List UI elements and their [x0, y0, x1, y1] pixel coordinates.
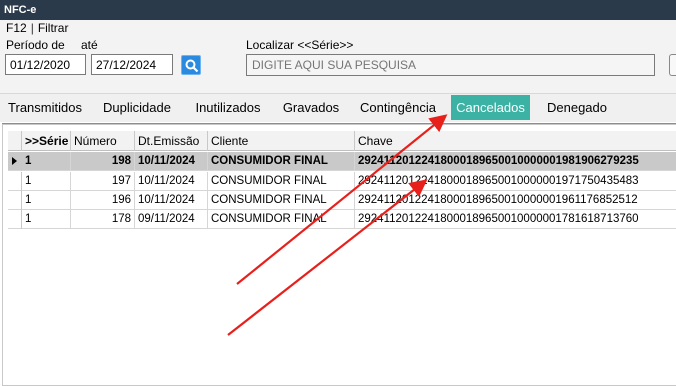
- date-from-field[interactable]: [5, 54, 86, 75]
- cell-serie: 1: [22, 210, 71, 229]
- grid-header: >>Série Número Dt.Emissão Cliente Chave: [8, 131, 676, 151]
- filter-toolbar: F12 | Filtrar Período de até Localizar <…: [0, 20, 676, 94]
- search-label: Localizar <<Série>>: [246, 38, 354, 52]
- cell-chave: 2924112012241800018965001000000196117685…: [358, 194, 638, 206]
- side-button[interactable]: [669, 54, 676, 76]
- row-pointer-icon: [12, 157, 17, 165]
- col-serie[interactable]: >>Série: [22, 131, 71, 151]
- col-chave[interactable]: Chave: [355, 131, 676, 151]
- tab-denegado[interactable]: Denegado: [534, 94, 620, 122]
- cell-serie: 1: [22, 152, 71, 171]
- row-indicator: [8, 210, 22, 229]
- menu-shortcut-f12[interactable]: F12: [6, 21, 27, 35]
- cell-numero: 197: [71, 172, 135, 191]
- period-label: Período de: [6, 38, 65, 52]
- cell-serie: 1: [22, 191, 71, 210]
- cell-chave: 2924112012241800018965001000000197175043…: [358, 175, 639, 187]
- col-dt-emissao[interactable]: Dt.Emissão: [135, 131, 208, 151]
- tab-inutilizados[interactable]: Inutilizados: [184, 94, 272, 122]
- col-numero[interactable]: Número: [71, 131, 135, 151]
- row-indicator: [8, 191, 22, 210]
- tab-contingencia[interactable]: Contingência: [350, 94, 446, 122]
- table-row[interactable]: 1 197 10/11/2024 CONSUMIDOR FINAL 292411…: [8, 172, 676, 191]
- cell-cliente: CONSUMIDOR FINAL: [208, 152, 355, 171]
- menu-bar: F12 | Filtrar: [6, 21, 68, 35]
- cell-data: 10/11/2024: [135, 172, 208, 191]
- table-row[interactable]: 1 196 10/11/2024 CONSUMIDOR FINAL 292411…: [8, 191, 676, 210]
- cell-cliente: CONSUMIDOR FINAL: [208, 172, 355, 191]
- menu-filter[interactable]: Filtrar: [38, 21, 69, 35]
- cell-data: 10/11/2024: [135, 152, 208, 171]
- menu-separator: |: [30, 21, 34, 35]
- cell-serie: 1: [22, 172, 71, 191]
- cell-numero: 196: [71, 191, 135, 210]
- search-input[interactable]: [246, 54, 655, 76]
- search-button[interactable]: [181, 55, 201, 75]
- window-title: NFC-e: [0, 0, 676, 20]
- to-label: até: [81, 38, 98, 52]
- tab-cancelados[interactable]: Cancelados: [451, 95, 530, 120]
- cell-data: 10/11/2024: [135, 191, 208, 210]
- row-indicator: [8, 172, 22, 191]
- col-cliente[interactable]: Cliente: [208, 131, 355, 151]
- cell-data: 09/11/2024: [135, 210, 208, 229]
- cell-cliente: CONSUMIDOR FINAL: [208, 210, 355, 229]
- tab-duplicidade[interactable]: Duplicidade: [92, 94, 182, 122]
- tab-transmitidos[interactable]: Transmitidos: [0, 94, 90, 122]
- cell-numero: 178: [71, 210, 135, 229]
- cell-chave: 2924112012241800018965001000000198190627…: [358, 155, 639, 167]
- table-row[interactable]: 1 198 10/11/2024 CONSUMIDOR FINAL 292411…: [8, 152, 676, 171]
- tab-bar: Transmitidos Duplicidade Inutilizados Gr…: [0, 94, 676, 122]
- cell-chave: 2924112012241800018965001000000178161871…: [358, 213, 639, 225]
- magnifier-icon: [185, 59, 199, 73]
- table-row[interactable]: 1 178 09/11/2024 CONSUMIDOR FINAL 292411…: [8, 210, 676, 229]
- cell-cliente: CONSUMIDOR FINAL: [208, 191, 355, 210]
- row-indicator: [8, 152, 22, 171]
- cell-numero: 198: [71, 152, 135, 171]
- tab-gravados[interactable]: Gravados: [274, 94, 348, 122]
- date-to-field[interactable]: [91, 54, 173, 75]
- header-indicator: [8, 131, 22, 151]
